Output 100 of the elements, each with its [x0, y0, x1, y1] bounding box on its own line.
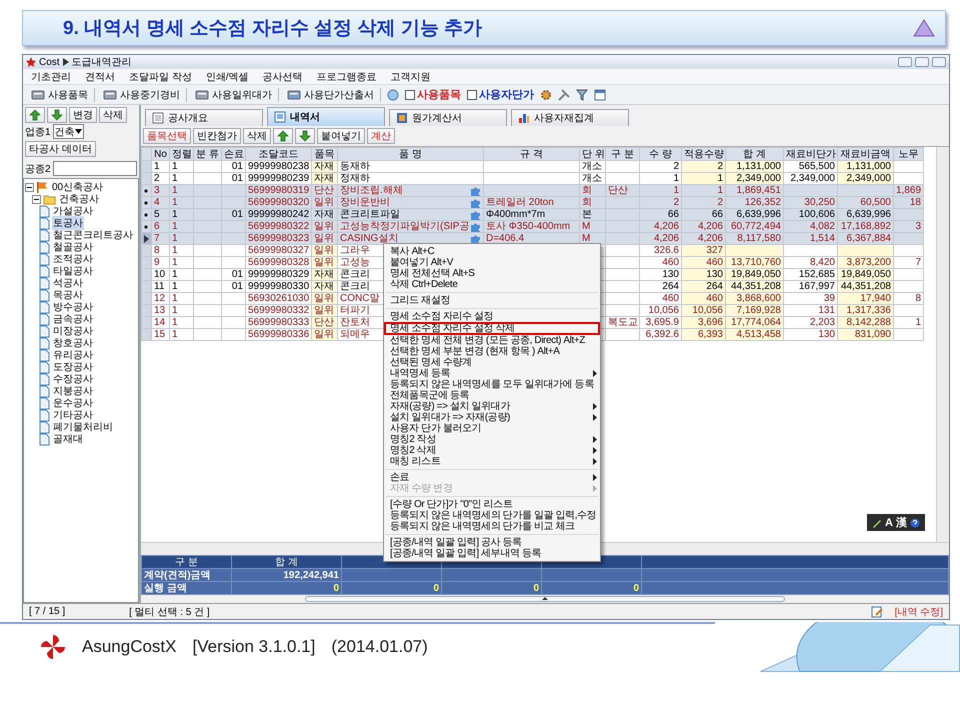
column-header: 합 계 [275, 556, 298, 568]
table-cell: 9 [154, 258, 160, 268]
table-cell: 복도교 [608, 318, 638, 328]
table-cell: 10,056 [648, 306, 679, 316]
table-cell: 2,349,000 [790, 174, 835, 184]
table-cell: 개소 [582, 174, 602, 184]
table-cell: 1 [673, 174, 679, 184]
table-cell: 19,849,050 [840, 270, 891, 280]
table-cell: 일위 [314, 246, 334, 256]
table-cell: 56999980336 [248, 330, 310, 340]
table-cell: 3,696 [698, 318, 723, 328]
table-cell: 130 [662, 270, 679, 280]
table-cell: 60,772,494 [730, 222, 781, 232]
table-cell: 그라우 [340, 246, 370, 256]
table-cell: 3 [154, 186, 160, 196]
table-cell: 터파기 [340, 306, 370, 316]
table-cell: 콘크리트파일 [340, 210, 400, 220]
table-cell: 자재 [314, 210, 334, 220]
table-cell: 1 [172, 186, 178, 196]
table-cell: 회 [582, 186, 592, 196]
table-cell: 99999980238 [248, 162, 310, 172]
table-cell: CASING설치 [340, 234, 398, 244]
table-cell: 6,367,884 [846, 234, 891, 244]
status-text: [ 멀티 선택 : 5 건 ] [129, 606, 210, 618]
table-cell: 66 [668, 210, 679, 220]
table-cell: 자재 [314, 270, 334, 280]
table-cell: 460 [706, 294, 723, 304]
table-cell: 56999980332 [248, 306, 310, 316]
table-cell: 8,117,580 [737, 234, 781, 244]
table-cell: 일위 [314, 222, 334, 232]
table-cell: 일위 [314, 330, 334, 340]
table-cell: 17,774,064 [730, 318, 781, 328]
window-title: Cost [39, 56, 60, 68]
table-cell: 1 [172, 270, 178, 280]
table-cell: 8 [154, 246, 160, 256]
table-cell: 0 [533, 582, 539, 594]
table-cell: 4,206 [698, 222, 723, 232]
table-cell: 1,131,000 [846, 162, 891, 172]
table-cell: 장비운반비 [340, 198, 390, 208]
table-cell: 56999980320 [248, 198, 310, 208]
table-cell: 1 [172, 198, 178, 208]
table-cell: M [582, 222, 590, 232]
table-cell: 39 [824, 294, 835, 304]
row-label: 실행 금액 [144, 582, 187, 594]
table-cell: 460 [662, 294, 679, 304]
table-cell: 56930261030 [248, 294, 310, 304]
column-header: 구 분 [175, 556, 198, 568]
table-cell: 1,131,000 [736, 162, 781, 172]
table-cell: 19,849,050 [730, 270, 781, 280]
table-cell: 152,685 [798, 270, 835, 280]
table-cell: 정재하 [340, 174, 370, 184]
table-cell: 56999980333 [248, 318, 310, 328]
table-cell: 01 [232, 270, 243, 280]
table-cell: 130 [818, 330, 835, 340]
table-cell: 167,997 [798, 282, 835, 292]
table-cell: 1 [172, 210, 178, 220]
table-cell: 831,090 [854, 330, 891, 340]
table-cell: 1 [172, 294, 178, 304]
table-cell: 12 [154, 294, 166, 304]
table-cell: 되메우 [340, 330, 370, 340]
table-cell: 2 [154, 174, 160, 184]
table-cell: 1 [172, 282, 178, 292]
table-cell: 1 [172, 234, 178, 244]
table-cell: 8 [915, 294, 921, 304]
table-cell: 131 [818, 306, 835, 316]
table-cell: 1 [717, 186, 723, 196]
status-text: [ 7 / 15 ] [29, 606, 66, 617]
field-label: 업종1 [25, 126, 51, 138]
table-cell: 1,869,451 [736, 186, 781, 196]
table-cell: 30,250 [804, 198, 835, 208]
table-cell: 4,082 [810, 222, 835, 232]
table-cell: 콘크리 [340, 270, 370, 280]
table-cell: 56999980328 [248, 258, 310, 268]
table-cell: 565,500 [798, 162, 835, 172]
row-label: 계약(견적)금액 [144, 570, 211, 580]
product-name: AsungCostX [82, 637, 176, 657]
table-cell: 본 [582, 210, 592, 220]
table-cell: 1 [172, 258, 178, 268]
table-cell: 15 [154, 330, 166, 340]
table-cell: 고성능 [340, 258, 370, 268]
table-cell: 100,606 [798, 210, 835, 220]
table-cell: 60,500 [860, 198, 891, 208]
table-cell: 1,514 [810, 234, 835, 244]
table-cell: 126,352 [744, 198, 781, 208]
table-cell: 1 [172, 318, 178, 328]
table-cell: 일위 [314, 306, 334, 316]
table-cell: 3 [915, 222, 921, 232]
table-cell: 잔토처 [340, 318, 370, 328]
table-cell: 327 [706, 246, 723, 256]
table-cell: 326.6 [654, 246, 679, 256]
table-cell: 자재 [314, 282, 334, 292]
table-cell: 44,351,208 [730, 282, 781, 292]
table-cell: 264 [706, 282, 723, 292]
table-cell: 99999980330 [248, 282, 310, 292]
table-cell: M [582, 234, 590, 244]
table-cell: 2,349,000 [736, 174, 781, 184]
table-cell: 2,203 [810, 318, 835, 328]
table-cell: 0 [333, 582, 339, 594]
table-cell: 8,142,288 [846, 318, 891, 328]
table-cell: 01 [232, 174, 243, 184]
